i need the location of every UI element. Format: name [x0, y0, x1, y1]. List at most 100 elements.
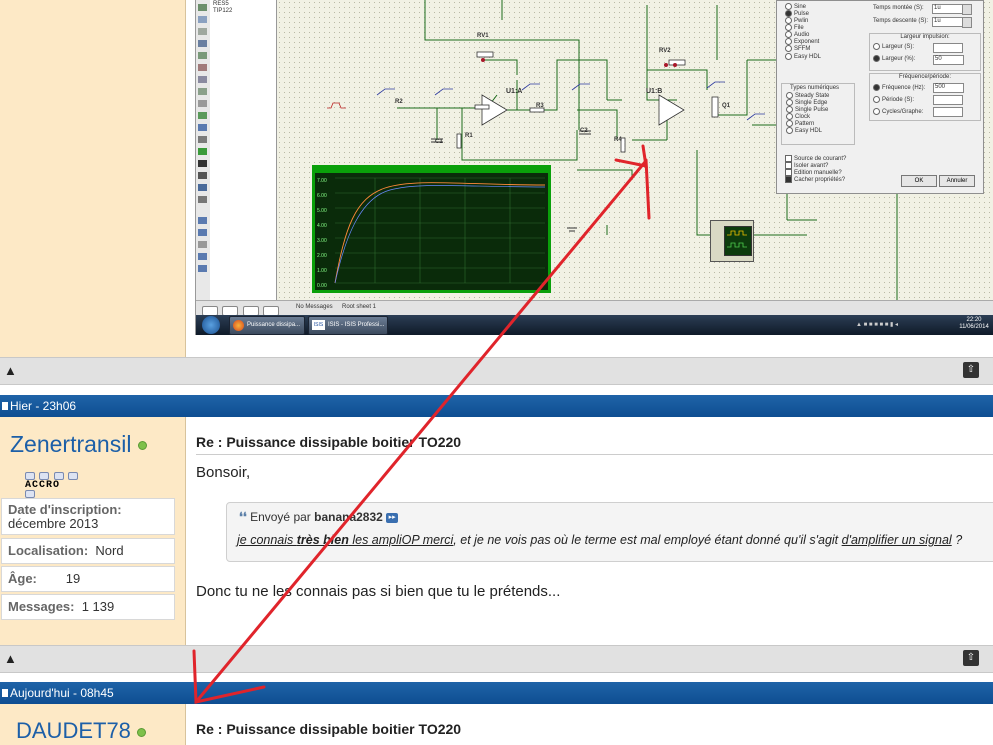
post-separator: ▲ ⇧ [0, 645, 993, 673]
tray-icons: ▲ ■ ■ ■ ■ ■ ▮ ◂ [856, 322, 899, 328]
view-post-icon[interactable]: ▸▸ [386, 512, 399, 523]
graph-curve [334, 177, 546, 284]
dialog-checkboxes: Source de courant? Isoler avant? Edition… [785, 155, 857, 183]
post-title: Re : Puissance dissipable boitier TO220 [196, 721, 462, 737]
frequency-option[interactable]: Fréquence (Hz): [873, 84, 925, 91]
oscilloscope-symbol[interactable] [710, 220, 754, 262]
back-to-top-icon[interactable]: ⇧ [963, 650, 979, 666]
status-messages: No Messages [296, 304, 333, 310]
online-indicator-icon [137, 441, 147, 451]
checkbox[interactable]: Cacher propriétés? [785, 176, 857, 183]
quote-text: je connais très bien les ampliOP merci, … [237, 533, 963, 547]
sim-controls[interactable] [202, 303, 280, 316]
stat-join-date: Date d'inscription: décembre 2013 [1, 498, 175, 535]
digital-option[interactable]: Single Pulse [782, 106, 854, 113]
quote-author[interactable]: banana2832 [314, 510, 383, 524]
cycles-input[interactable] [933, 107, 963, 117]
checkbox[interactable]: Isoler avant? [785, 162, 857, 169]
post-title: Re : Puissance dissipable boitier TO220 [196, 434, 462, 450]
isis-screenshot: RES5 TIP122 RV1 RV2 R2 R1 R3 R4 C1 C2 U1… [195, 0, 993, 335]
post-greeting: Bonsoir, [196, 464, 251, 481]
r4-label: R4 [614, 137, 622, 143]
frequency-input[interactable]: 500 [933, 83, 964, 93]
post-date: Aujourd'hui - 08h45 [10, 686, 114, 700]
component-item[interactable]: RES5 [213, 1, 229, 7]
isis-tool-column [196, 0, 211, 300]
waveform-option[interactable]: File [785, 24, 853, 31]
waveform-option[interactable]: Sine [785, 3, 853, 10]
post-date-bar: Aujourd'hui - 08h45 [0, 682, 993, 704]
waveform-type-group: Sine Pulse Pwlin File Audio Exponent SFF… [785, 3, 853, 60]
start-button[interactable] [202, 316, 220, 334]
checkbox[interactable]: Edition manuelle? [785, 169, 857, 176]
rise-time-input[interactable]: 1u [932, 4, 963, 14]
simulation-graph[interactable]: 7.00 6.00 5.00 4.00 3.00 2.00 1.00 0.00 [312, 165, 551, 293]
digital-option[interactable]: Pattern [782, 120, 854, 127]
post-icon [2, 689, 8, 697]
width-s-input[interactable] [933, 43, 963, 53]
firefox-icon [233, 320, 244, 331]
online-indicator-icon [137, 727, 147, 737]
rank-badge-icon [25, 467, 85, 498]
generator-dialog[interactable]: Sine Pulse Pwlin File Audio Exponent SFF… [776, 0, 984, 194]
post-date: Hier - 23h06 [10, 399, 77, 413]
post-icon [2, 402, 8, 410]
spin-icon[interactable] [962, 4, 972, 15]
period-option[interactable]: Période (S): [873, 96, 914, 103]
stat-location: Localisation: Nord [1, 538, 175, 564]
checkbox[interactable]: Source de courant? [785, 155, 857, 162]
username[interactable]: DAUDET78 [16, 718, 147, 744]
r1-label: R1 [465, 133, 473, 139]
report-icon[interactable]: ▲ [4, 363, 17, 378]
rv2-label: RV2 [659, 48, 671, 54]
username[interactable]: Zenertransil [10, 431, 147, 458]
width-pct-option[interactable]: Largeur (%): [873, 55, 915, 62]
component-item[interactable]: TIP122 [213, 8, 232, 14]
taskbar-app-firefox[interactable]: Puissance dissipa... [229, 316, 305, 335]
rv1-label: RV1 [477, 33, 489, 39]
waveform-option[interactable]: Audio [785, 31, 853, 38]
quote-icon: ❛❛ [239, 510, 247, 524]
waveform-option[interactable]: Pwlin [785, 17, 853, 24]
top-user-panel [0, 0, 186, 357]
post-separator: ▲ ⇧ [0, 357, 993, 385]
waveform-option[interactable]: Pulse [785, 10, 853, 17]
quote-block: ❛❛ Envoyé par banana2832 ▸▸ je connais t… [226, 502, 993, 562]
waveform-option[interactable]: Easy HDL [785, 52, 853, 60]
period-input[interactable] [933, 95, 963, 105]
r2-label: R2 [395, 99, 403, 105]
waveform-option[interactable]: SFFM [785, 45, 853, 53]
isis-icon: ISIS [312, 320, 325, 330]
fall-time-input[interactable]: 1u [932, 17, 963, 27]
cancel-button[interactable]: Annuler [939, 175, 975, 187]
ok-button[interactable]: OK [901, 175, 937, 187]
back-to-top-icon[interactable]: ⇧ [963, 362, 979, 378]
clock[interactable]: 22:20 11/06/2014 [956, 317, 992, 331]
digital-option[interactable]: Easy HDL [782, 127, 854, 134]
taskbar-app-isis[interactable]: ISIS ISIS - ISIS Professi... [308, 316, 388, 335]
u1a-label: U1:A [506, 88, 523, 95]
width-pct-input[interactable]: 50 [933, 55, 964, 65]
c1-label: C1 [435, 139, 443, 145]
status-sheet: Root sheet 1 [342, 304, 377, 310]
rise-time-label: Temps montée (S): [873, 5, 924, 11]
q1-label: Q1 [722, 103, 731, 109]
width-s-option[interactable]: Largeur (S): [873, 43, 914, 50]
graph-y-labels: 7.00 6.00 5.00 4.00 3.00 2.00 1.00 0.00 [317, 178, 327, 289]
u1b-label: U1:B [646, 88, 663, 95]
fall-time-label: Temps descente (S): [873, 18, 929, 24]
post-user-panel: DAUDET78 [0, 704, 186, 745]
component-list[interactable]: RES5 TIP122 [210, 0, 277, 300]
post-body-text: Donc tu ne les connais pas si bien que t… [196, 583, 561, 600]
stat-age: Âge: 19 [1, 566, 175, 592]
waveform-option[interactable]: Exponent [785, 38, 853, 45]
stat-messages: Messages: 1 139 [1, 594, 175, 620]
cycles-option[interactable]: Cycles/Graphe: [873, 108, 923, 115]
quote-header: ❛❛ Envoyé par banana2832 ▸▸ [239, 510, 399, 524]
digital-option[interactable]: Single Edge [782, 99, 854, 106]
report-icon[interactable]: ▲ [4, 651, 17, 666]
post-user-panel: Zenertransil ACCRO Date d'inscription: dé… [0, 417, 186, 645]
digital-option[interactable]: Clock [782, 113, 854, 120]
spin-icon[interactable] [962, 17, 972, 28]
digital-option[interactable]: Steady State [782, 92, 854, 99]
